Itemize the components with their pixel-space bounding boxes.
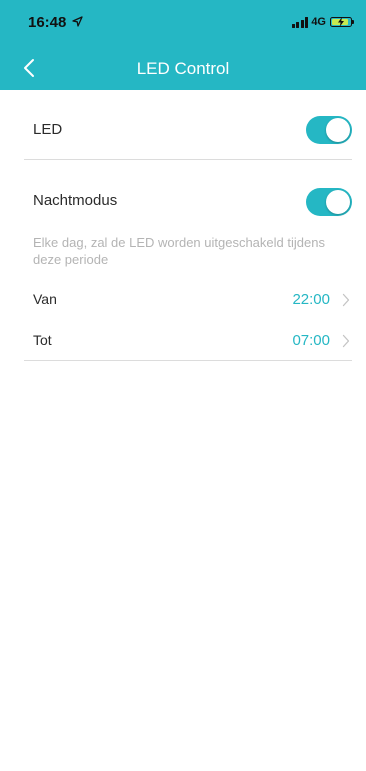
from-time-row[interactable]: Van 22:00 xyxy=(24,288,352,312)
battery-icon xyxy=(330,17,354,27)
to-time-row[interactable]: Tot 07:00 xyxy=(24,329,352,353)
nav-bar: LED Control xyxy=(0,46,366,90)
led-row: LED xyxy=(24,116,352,144)
night-mode-label: Nachtmodus xyxy=(33,192,118,209)
led-label: LED xyxy=(33,121,63,138)
chevron-right-icon xyxy=(342,293,350,307)
status-indicators: 4G xyxy=(291,16,354,28)
status-time: 16:48 xyxy=(28,14,67,31)
page-title: LED Control xyxy=(136,59,230,78)
divider xyxy=(24,360,352,361)
night-mode-row: Nachtmodus xyxy=(24,188,352,216)
divider xyxy=(24,159,352,160)
chevron-right-icon xyxy=(342,334,350,348)
toggle-knob xyxy=(326,118,350,142)
to-label: Tot xyxy=(33,332,52,348)
charging-bolt-icon xyxy=(338,17,344,27)
status-bar: 16:48 4G xyxy=(0,0,366,46)
location-arrow-icon xyxy=(72,16,83,27)
from-time-value: 22:00 xyxy=(292,291,330,308)
night-mode-toggle[interactable] xyxy=(306,188,352,216)
from-label: Van xyxy=(33,291,57,307)
night-mode-description: Elke dag, zal de LED worden uitgeschakel… xyxy=(33,235,325,267)
led-toggle[interactable] xyxy=(306,116,352,144)
toggle-knob xyxy=(326,190,350,214)
cellular-signal-icon xyxy=(291,16,309,28)
to-time-value: 07:00 xyxy=(292,332,330,349)
network-type: 4G xyxy=(311,16,326,28)
